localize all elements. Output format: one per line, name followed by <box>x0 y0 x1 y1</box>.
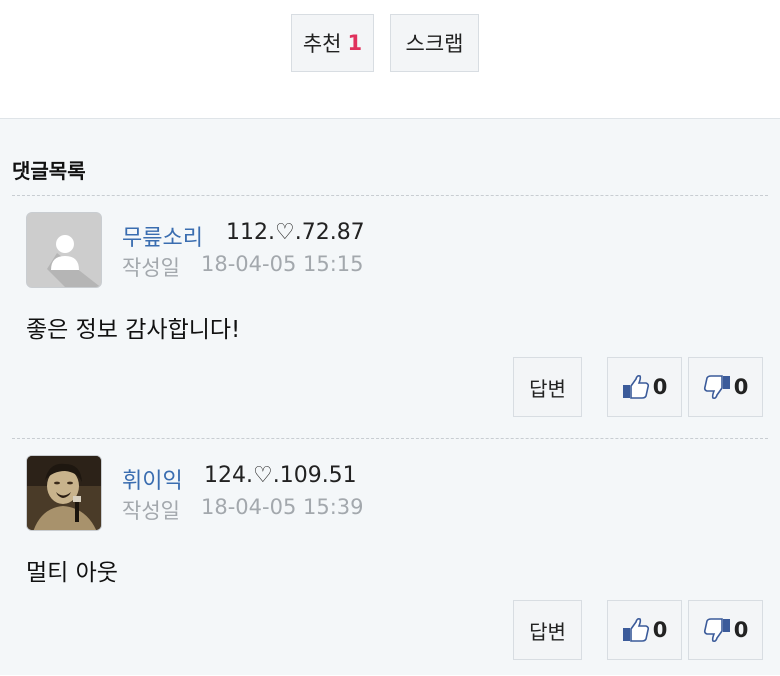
recommend-count: 1 <box>347 31 363 55</box>
like-count: 0 <box>652 375 668 399</box>
thumbs-up-icon <box>622 617 650 643</box>
comment-date: 18-04-05 15:15 <box>201 252 364 276</box>
default-user-icon <box>26 212 102 288</box>
dislike-button[interactable]: 0 <box>688 357 763 417</box>
like-count: 0 <box>652 618 668 642</box>
comment-divider <box>12 195 768 196</box>
dislike-count: 0 <box>733 618 749 642</box>
reply-label: 답변 <box>529 619 566 644</box>
date-label: 작성일 <box>122 256 180 280</box>
comment-item: 무릎소리 112.♡.72.87 작성일 18-04-05 15:15 좋은 정… <box>0 212 780 437</box>
comment-list-title: 댓글목록 <box>12 159 86 183</box>
post-actions: 추천 1 스크랩 <box>0 0 780 118</box>
comment-author[interactable]: 무릎소리 <box>122 220 203 252</box>
like-button[interactable]: 0 <box>607 600 682 660</box>
thumbs-down-icon <box>703 374 731 400</box>
comment-divider <box>12 438 768 439</box>
scrap-label: 스크랩 <box>405 32 464 56</box>
recommend-label: 추천 <box>302 32 342 56</box>
reply-button[interactable]: 답변 <box>513 600 582 660</box>
comment-ip: 112.♡.72.87 <box>226 220 365 245</box>
dislike-count: 0 <box>733 375 749 399</box>
comment-author[interactable]: 휘이익 <box>122 463 183 495</box>
comment-list-panel: 댓글목록 무릎소리 112.♡.72.87 작성일 18-04-05 15:15… <box>0 118 780 675</box>
dislike-button[interactable]: 0 <box>688 600 763 660</box>
reply-label: 답변 <box>529 376 566 401</box>
comment-body: 멀티 아웃 <box>26 560 118 586</box>
comment-body: 좋은 정보 감사합니다! <box>26 317 241 343</box>
date-label: 작성일 <box>122 499 180 523</box>
recommend-button[interactable]: 추천 1 <box>291 14 374 72</box>
comment-ip: 124.♡.109.51 <box>204 463 357 488</box>
thumbs-down-icon <box>703 617 731 643</box>
comment-date: 18-04-05 15:39 <box>201 495 364 519</box>
comment-item: 휘이익 124.♡.109.51 작성일 18-04-05 15:39 멀티 아… <box>0 455 780 676</box>
scrap-button[interactable]: 스크랩 <box>390 14 479 72</box>
profile-photo <box>26 455 102 531</box>
like-button[interactable]: 0 <box>607 357 682 417</box>
thumbs-up-icon <box>622 374 650 400</box>
reply-button[interactable]: 답변 <box>513 357 582 417</box>
